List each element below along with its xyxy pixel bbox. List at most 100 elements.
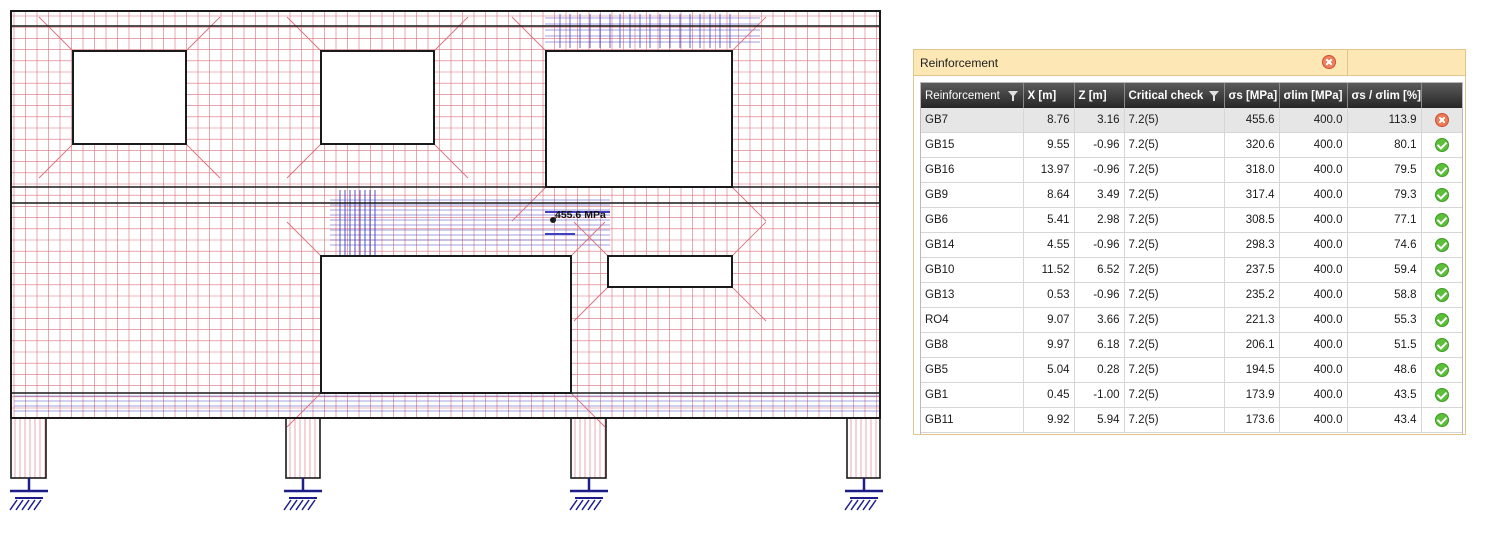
cell-ratio: 74.6 — [1347, 232, 1422, 258]
cell-x: 11.52 — [1023, 257, 1075, 283]
check-ok-icon — [1434, 288, 1449, 302]
column-header[interactable] — [1421, 83, 1462, 108]
cell-x: 0.53 — [1023, 282, 1075, 308]
table-header-row: Reinforcement X [m] Z [m] Critical check σs … — [921, 83, 1462, 108]
cell-sigma-lim: 400.0 — [1279, 108, 1348, 133]
support-icon — [283, 478, 322, 511]
cell-x: 0.45 — [1023, 382, 1075, 408]
close-icon[interactable] — [1322, 55, 1336, 69]
table-row[interactable]: GB11 9.92 5.94 7.2(5) 173.6 400.0 43.4 — [921, 407, 1462, 433]
cell-sigma-lim: 400.0 — [1279, 157, 1348, 183]
cell-z: -0.96 — [1074, 132, 1125, 158]
cell-z: 0.28 — [1074, 357, 1125, 383]
table-row[interactable]: GB1 0.45 -1.00 7.2(5) 173.9 400.0 43.5 — [921, 382, 1462, 408]
cell-sigma-lim: 400.0 — [1279, 407, 1348, 433]
cell-sigma-s: 317.4 — [1224, 182, 1280, 208]
cell-status — [1421, 357, 1462, 383]
cell-sigma-s: 455.6 — [1224, 108, 1280, 133]
header-divider — [1347, 50, 1348, 75]
cell-name: GB5 — [921, 357, 1024, 383]
cell-name: GB9 — [921, 182, 1024, 208]
column-header[interactable]: X [m] — [1023, 83, 1075, 108]
check-ok-icon — [1434, 138, 1449, 152]
column-header[interactable]: σlim [MPa] — [1279, 83, 1348, 108]
table-row[interactable]: GB10 11.52 6.52 7.2(5) 237.5 400.0 59.4 — [921, 257, 1462, 283]
cell-check: 7.2(5) — [1124, 182, 1225, 208]
cell-sigma-s: 237.5 — [1224, 257, 1280, 283]
cell-status — [1421, 108, 1462, 133]
table-row[interactable]: GB9 8.64 3.49 7.2(5) 317.4 400.0 79.3 — [921, 182, 1462, 208]
cell-z: 6.18 — [1074, 332, 1125, 358]
cell-sigma-s: 173.6 — [1224, 407, 1280, 433]
cell-z: -0.96 — [1074, 232, 1125, 258]
table-row[interactable]: GB6 5.41 2.98 7.2(5) 308.5 400.0 77.1 — [921, 207, 1462, 233]
panel-header: Reinforcement — [914, 50, 1465, 76]
cell-name: GB15 — [921, 132, 1024, 158]
supports — [9, 478, 883, 511]
column-header[interactable]: Z [m] — [1074, 83, 1125, 108]
check-ok-icon — [1434, 163, 1449, 177]
filter-icon[interactable] — [1208, 91, 1219, 101]
column-header[interactable]: Critical check — [1124, 83, 1225, 108]
cell-name: GB6 — [921, 207, 1024, 233]
cell-check: 7.2(5) — [1124, 257, 1225, 283]
cell-check: 7.2(5) — [1124, 207, 1225, 233]
cell-x: 13.97 — [1023, 157, 1075, 183]
cell-sigma-s: 206.1 — [1224, 332, 1280, 358]
column-header[interactable]: σs [MPa] — [1224, 83, 1280, 108]
table-row[interactable]: GB8 9.97 6.18 7.2(5) 206.1 400.0 51.5 — [921, 332, 1462, 358]
reinforcement-panel: Reinforcement Reinforcement X [m] Z [m] Cri… — [913, 49, 1466, 435]
table-row[interactable]: GB7 8.76 3.16 7.2(5) 455.6 400.0 113.9 — [921, 108, 1462, 133]
structural-model-view[interactable]: 455.6 MPa — [0, 0, 900, 531]
cell-ratio: 48.6 — [1347, 357, 1422, 383]
column-header-label: σs [MPa] — [1228, 89, 1278, 102]
stress-label: 455.6 MPa — [555, 209, 606, 221]
table-row[interactable]: RO4 9.07 3.66 7.2(5) 221.3 400.0 55.3 — [921, 307, 1462, 333]
cell-sigma-s: 298.3 — [1224, 232, 1280, 258]
cell-ratio: 113.9 — [1347, 108, 1422, 133]
cell-ratio: 51.5 — [1347, 332, 1422, 358]
cell-sigma-lim: 400.0 — [1279, 357, 1348, 383]
reinforcement-table-container[interactable]: Reinforcement X [m] Z [m] Critical check σs … — [920, 82, 1463, 434]
check-ok-icon — [1434, 363, 1449, 377]
cell-check: 7.2(5) — [1124, 407, 1225, 433]
cell-sigma-s: 308.5 — [1224, 207, 1280, 233]
cell-sigma-lim: 400.0 — [1279, 132, 1348, 158]
cell-x: 8.76 — [1023, 108, 1075, 133]
check-ok-icon — [1434, 213, 1449, 227]
panel-title: Reinforcement — [920, 56, 999, 70]
column-header[interactable]: σs / σlim [%] — [1347, 83, 1422, 108]
cell-ratio: 43.4 — [1347, 407, 1422, 433]
cell-status — [1421, 257, 1462, 283]
support-icon — [844, 478, 883, 511]
cell-check: 7.2(5) — [1124, 307, 1225, 333]
cell-x: 9.92 — [1023, 407, 1075, 433]
table-row[interactable]: GB5 5.04 0.28 7.2(5) 194.5 400.0 48.6 — [921, 357, 1462, 383]
model-canvas[interactable]: 455.6 MPa — [0, 0, 900, 531]
cell-status — [1421, 407, 1462, 433]
column-header[interactable]: Reinforcement — [921, 83, 1024, 108]
cell-status — [1421, 282, 1462, 308]
cell-check: 7.2(5) — [1124, 132, 1225, 158]
cell-status — [1421, 157, 1462, 183]
check-failed-icon — [1434, 113, 1449, 127]
table-row[interactable]: GB14 4.55 -0.96 7.2(5) 298.3 400.0 74.6 — [921, 232, 1462, 258]
cell-z: 5.94 — [1074, 407, 1125, 433]
check-ok-icon — [1434, 338, 1449, 352]
cell-name: GB1 — [921, 382, 1024, 408]
cell-check: 7.2(5) — [1124, 357, 1225, 383]
support-icon — [569, 478, 608, 511]
filter-icon[interactable] — [1007, 91, 1018, 101]
cell-sigma-s: 320.6 — [1224, 132, 1280, 158]
table-row[interactable]: GB13 0.53 -0.96 7.2(5) 235.2 400.0 58.8 — [921, 282, 1462, 308]
column-header-label: σs / σlim [%] — [1351, 89, 1421, 102]
table-row[interactable]: GB15 9.55 -0.96 7.2(5) 320.6 400.0 80.1 — [921, 132, 1462, 158]
table-row[interactable]: GB16 13.97 -0.96 7.2(5) 318.0 400.0 79.5 — [921, 157, 1462, 183]
cell-sigma-lim: 400.0 — [1279, 182, 1348, 208]
cell-name: RO4 — [921, 307, 1024, 333]
cell-status — [1421, 307, 1462, 333]
cell-check: 7.2(5) — [1124, 157, 1225, 183]
cell-sigma-s: 235.2 — [1224, 282, 1280, 308]
check-ok-icon — [1434, 313, 1449, 327]
cell-sigma-lim: 400.0 — [1279, 382, 1348, 408]
